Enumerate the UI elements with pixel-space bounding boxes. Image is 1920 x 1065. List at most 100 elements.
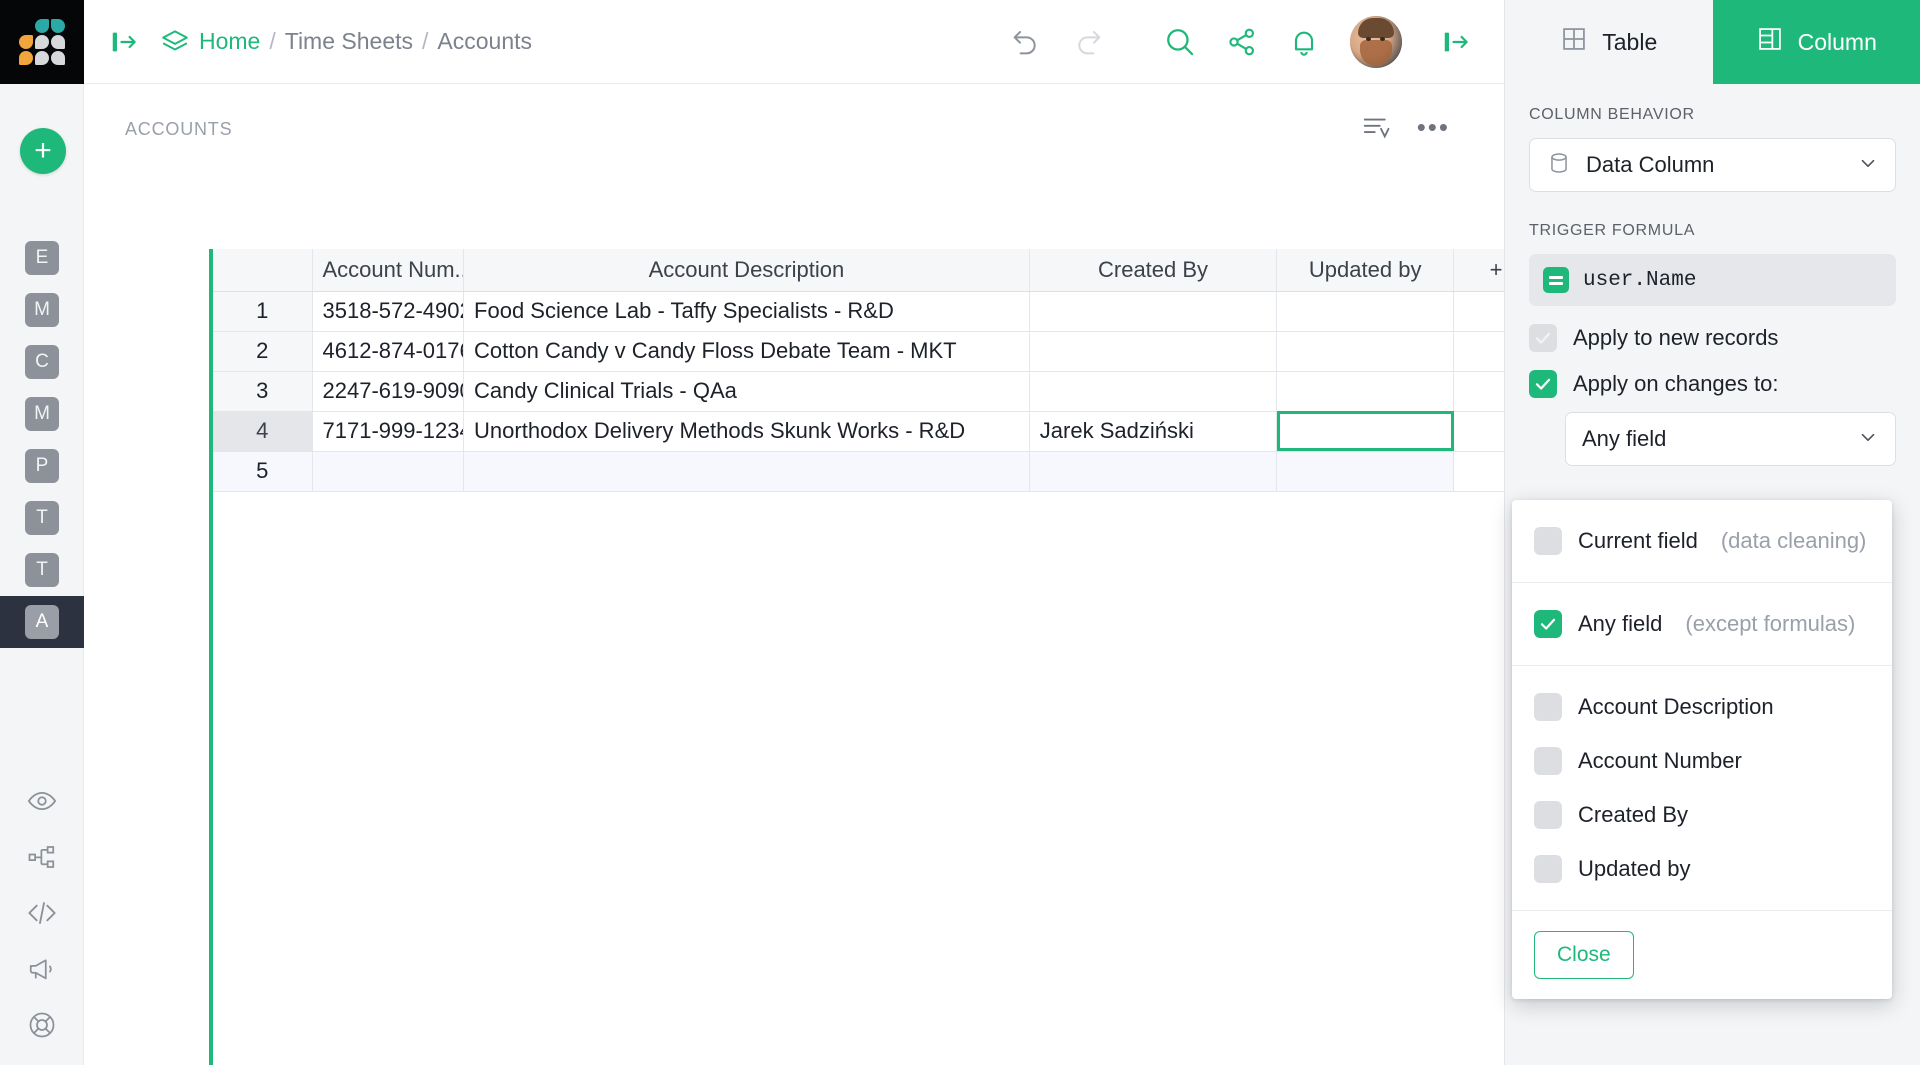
column-header-updated-by[interactable]: Updated by bbox=[1277, 249, 1454, 291]
popup-field-account-description[interactable]: Account Description bbox=[1512, 680, 1892, 734]
breadcrumb-item-home[interactable]: Home bbox=[199, 28, 260, 55]
app-shortcut-letter: T bbox=[25, 501, 59, 535]
filter-sort-icon[interactable] bbox=[1357, 108, 1395, 146]
column-behavior-select[interactable]: Data Column bbox=[1529, 138, 1896, 192]
app-shortcut-m1[interactable]: M bbox=[0, 284, 84, 336]
cell-created-by[interactable] bbox=[1029, 371, 1277, 411]
main-content: ACCOUNTS ••• Account Num... Account Desc… bbox=[84, 84, 1504, 1065]
cell-created-by[interactable] bbox=[1029, 331, 1277, 371]
current-field-checkbox[interactable] bbox=[1534, 527, 1562, 555]
logo-icon bbox=[19, 19, 65, 65]
trigger-formula-label: TRIGGER FORMULA bbox=[1529, 222, 1896, 240]
apply-to-new-records-checkbox[interactable] bbox=[1529, 324, 1557, 352]
cell-account-description[interactable]: Candy Clinical Trials - QAa bbox=[464, 371, 1030, 411]
app-shortcut-e[interactable]: E bbox=[0, 232, 84, 284]
app-logo[interactable] bbox=[0, 0, 84, 84]
table-row[interactable]: 3 2247-619-9090 Candy Clinical Trials - … bbox=[213, 371, 1539, 411]
field-label: Account Description bbox=[1578, 694, 1774, 720]
app-shortcut-c[interactable]: C bbox=[0, 336, 84, 388]
cell-account-description[interactable] bbox=[464, 451, 1030, 491]
row-number[interactable]: 5 bbox=[213, 451, 312, 491]
table-grid-icon bbox=[1560, 25, 1588, 59]
cell-account-number[interactable]: 4612-874-0176 bbox=[312, 331, 464, 371]
cell-account-description[interactable]: Food Science Lab - Taffy Specialists - R… bbox=[464, 291, 1030, 331]
share-icon[interactable] bbox=[1218, 18, 1266, 66]
column-header-created-by[interactable]: Created By bbox=[1029, 249, 1277, 291]
undo-icon[interactable] bbox=[1002, 18, 1050, 66]
apply-on-changes-checkbox[interactable] bbox=[1529, 370, 1557, 398]
field-checkbox[interactable] bbox=[1534, 801, 1562, 829]
row-number[interactable]: 4 bbox=[213, 411, 312, 451]
row-number[interactable]: 2 bbox=[213, 331, 312, 371]
avatar[interactable] bbox=[1350, 16, 1402, 68]
any-field-label: Any field bbox=[1578, 611, 1662, 637]
cell-updated-by[interactable] bbox=[1277, 451, 1454, 491]
eye-icon[interactable] bbox=[0, 773, 84, 829]
field-checkbox[interactable] bbox=[1534, 855, 1562, 883]
close-button[interactable]: Close bbox=[1534, 931, 1634, 979]
more-options-icon[interactable]: ••• bbox=[1417, 114, 1450, 140]
lifebuoy-icon[interactable] bbox=[0, 997, 84, 1053]
cell-account-description[interactable]: Cotton Candy v Candy Floss Debate Team -… bbox=[464, 331, 1030, 371]
popup-field-updated-by[interactable]: Updated by bbox=[1512, 842, 1892, 896]
trigger-formula-field[interactable]: user.Name bbox=[1529, 254, 1896, 306]
panel-collapse-icon[interactable] bbox=[1432, 18, 1480, 66]
panel-expand-icon[interactable] bbox=[102, 20, 146, 64]
app-shortcut-letter: P bbox=[25, 449, 59, 483]
popup-field-account-number[interactable]: Account Number bbox=[1512, 734, 1892, 788]
cell-account-number[interactable] bbox=[312, 451, 464, 491]
column-header-account-description[interactable]: Account Description bbox=[464, 249, 1030, 291]
cell-created-by[interactable] bbox=[1029, 451, 1277, 491]
database-icon bbox=[1546, 150, 1572, 181]
breadcrumb-item-time-sheets[interactable]: Time Sheets bbox=[285, 28, 413, 55]
tab-column[interactable]: Column bbox=[1713, 0, 1920, 84]
apply-on-changes-row[interactable]: Apply on changes to: bbox=[1529, 370, 1896, 398]
any-field-hint: (except formulas) bbox=[1685, 611, 1855, 637]
app-shortcut-a[interactable]: A bbox=[0, 596, 84, 648]
cell-updated-by[interactable] bbox=[1277, 291, 1454, 331]
app-shortcut-t2[interactable]: T bbox=[0, 544, 84, 596]
field-checkbox[interactable] bbox=[1534, 693, 1562, 721]
field-label: Account Number bbox=[1578, 748, 1742, 774]
table-row[interactable]: 2 4612-874-0176 Cotton Candy v Candy Flo… bbox=[213, 331, 1539, 371]
row-number[interactable]: 3 bbox=[213, 371, 312, 411]
apply-to-new-records-row[interactable]: Apply to new records bbox=[1529, 324, 1896, 352]
cell-account-number[interactable]: 7171-999-1234 bbox=[312, 411, 464, 451]
search-icon[interactable] bbox=[1156, 18, 1204, 66]
tab-table[interactable]: Table bbox=[1505, 0, 1713, 84]
add-button[interactable]: + bbox=[20, 128, 66, 174]
row-number[interactable]: 1 bbox=[213, 291, 312, 331]
popup-footer: Close bbox=[1512, 911, 1892, 999]
app-shortcut-p[interactable]: P bbox=[0, 440, 84, 492]
rail-utility-list bbox=[0, 773, 84, 1053]
cell-updated-by[interactable] bbox=[1277, 371, 1454, 411]
column-header-account-number[interactable]: Account Num... bbox=[312, 249, 464, 291]
field-checkbox[interactable] bbox=[1534, 747, 1562, 775]
redo-icon[interactable] bbox=[1064, 18, 1112, 66]
apply-scope-select[interactable]: Any field bbox=[1565, 412, 1896, 466]
app-shortcut-letter: M bbox=[25, 293, 59, 327]
cell-updated-by[interactable] bbox=[1277, 331, 1454, 371]
popup-field-created-by[interactable]: Created By bbox=[1512, 788, 1892, 842]
table-row[interactable]: 1 3518-572-4902 Food Science Lab - Taffy… bbox=[213, 291, 1539, 331]
bell-icon[interactable] bbox=[1280, 18, 1328, 66]
app-shortcut-t1[interactable]: T bbox=[0, 492, 84, 544]
layers-icon[interactable] bbox=[160, 27, 190, 57]
popup-option-current-field[interactable]: Current field (data cleaning) bbox=[1512, 514, 1892, 568]
cell-account-description[interactable]: Unorthodox Delivery Methods Skunk Works … bbox=[464, 411, 1030, 451]
cell-created-by[interactable]: Jarek Sadziński bbox=[1029, 411, 1277, 451]
popup-option-any-field[interactable]: Any field (except formulas) bbox=[1512, 597, 1892, 651]
megaphone-icon[interactable] bbox=[0, 941, 84, 997]
sitemap-icon[interactable] bbox=[0, 829, 84, 885]
code-icon[interactable] bbox=[0, 885, 84, 941]
cell-created-by[interactable] bbox=[1029, 291, 1277, 331]
any-field-checkbox[interactable] bbox=[1534, 610, 1562, 638]
cell-account-number[interactable]: 3518-572-4902 bbox=[312, 291, 464, 331]
cell-account-number[interactable]: 2247-619-9090 bbox=[312, 371, 464, 411]
data-grid[interactable]: Account Num... Account Description Creat… bbox=[209, 249, 1540, 1065]
table-row[interactable]: 4 7171-999-1234 Unorthodox Delivery Meth… bbox=[213, 411, 1539, 451]
app-shortcut-m2[interactable]: M bbox=[0, 388, 84, 440]
cell-updated-by-selected[interactable] bbox=[1277, 411, 1454, 451]
breadcrumb-item-accounts[interactable]: Accounts bbox=[437, 28, 532, 55]
table-row[interactable]: 5 bbox=[213, 451, 1539, 491]
